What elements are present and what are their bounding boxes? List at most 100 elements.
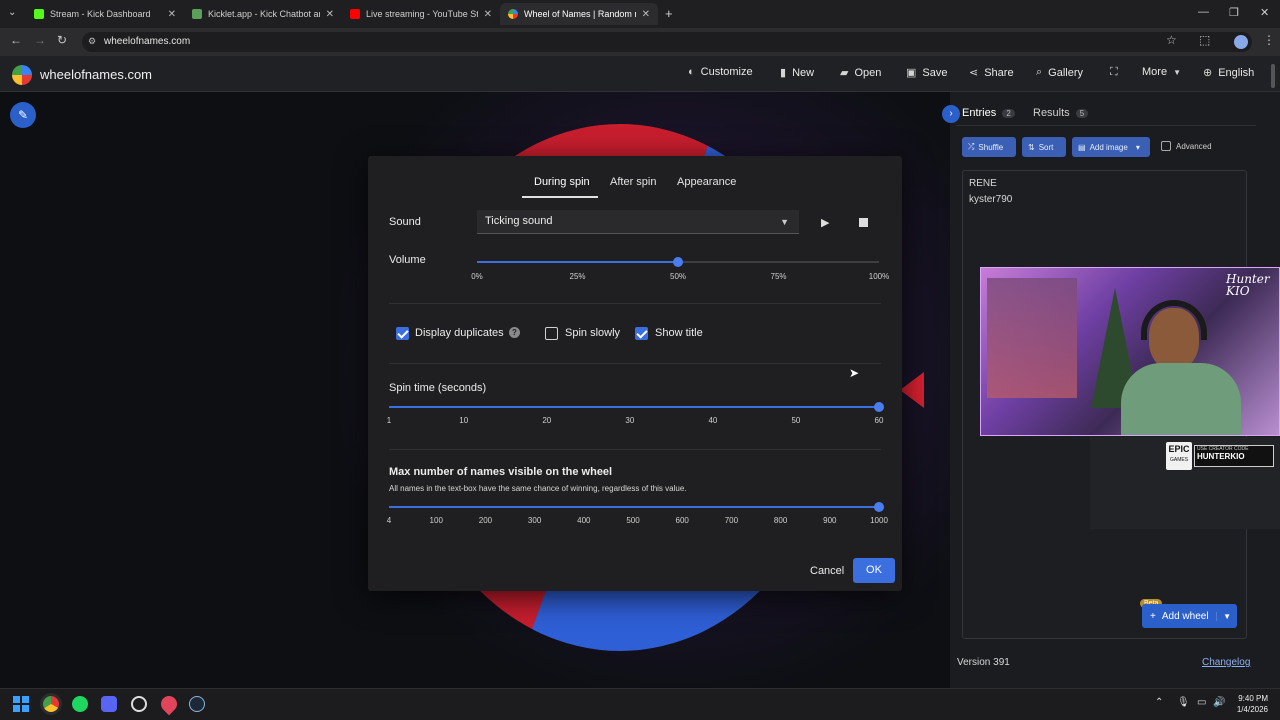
slider-tick-label: 50% xyxy=(669,272,687,281)
minimize-icon[interactable]: — xyxy=(1198,6,1209,18)
bookmark-star-icon[interactable]: ☆ xyxy=(1166,33,1177,47)
max-names-slider-handle[interactable] xyxy=(874,502,884,512)
collapse-sidebar-icon[interactable]: › xyxy=(942,105,960,123)
results-tab-label: Results xyxy=(1033,107,1070,119)
header-scrollbar[interactable] xyxy=(1271,64,1275,88)
open-button[interactable]: ▰ Open xyxy=(840,66,881,80)
slider-tick-label: 800 xyxy=(773,516,788,525)
divider xyxy=(389,303,881,304)
share-button[interactable]: ⋖ Share xyxy=(969,66,1014,80)
logo-icon[interactable] xyxy=(12,65,32,85)
steam-icon[interactable] xyxy=(189,696,205,712)
shuffle-button[interactable]: ⤮ Shuffle xyxy=(962,137,1016,157)
discord-icon[interactable] xyxy=(101,696,117,712)
site-brand[interactable]: wheelofnames.com xyxy=(40,67,152,82)
nav-label: Gallery xyxy=(1048,66,1084,79)
slider-tick-label: 100% xyxy=(868,272,890,281)
image-icon: ▤ xyxy=(1078,142,1086,152)
tab-entries[interactable]: Entries 2 xyxy=(962,107,1015,119)
tab-appearance[interactable]: Appearance xyxy=(677,176,736,188)
save-button[interactable]: ▣ Save xyxy=(906,66,947,80)
language-button[interactable]: ⊕ English xyxy=(1203,66,1254,80)
address-url: wheelofnames.com xyxy=(104,36,191,47)
clock-time[interactable]: 9:40 PM xyxy=(1232,694,1268,703)
browser-tab-youtube[interactable]: Live streaming - YouTube Studio ✕ xyxy=(342,3,500,25)
show-title-checkbox[interactable] xyxy=(635,327,648,340)
slider-tick-label: 20 xyxy=(542,416,552,425)
tab-title: Wheel of Names | Random name xyxy=(524,9,636,19)
spin-slowly-checkbox[interactable] xyxy=(545,327,558,340)
tab-title: Kicklet.app - Kick Chatbot and xyxy=(208,9,320,19)
close-tab-icon[interactable]: ✕ xyxy=(168,9,176,20)
advanced-checkbox[interactable] xyxy=(1161,141,1171,151)
extensions-icon[interactable]: ⬚ xyxy=(1199,33,1210,47)
results-count-badge: 5 xyxy=(1075,109,1089,118)
browser-menu-icon[interactable]: ⋮ xyxy=(1263,33,1275,47)
sound-select[interactable]: Ticking sound ▼ xyxy=(477,210,799,234)
browser-tab-wheelofnames[interactable]: Wheel of Names | Random name ✕ xyxy=(500,3,658,25)
tab-after-spin[interactable]: After spin xyxy=(610,176,656,188)
display-duplicates-checkbox[interactable] xyxy=(396,327,409,340)
address-bar[interactable]: wheelofnames.com xyxy=(82,32,1252,52)
site-header xyxy=(0,56,1280,92)
back-icon[interactable]: ← xyxy=(10,33,22,47)
sort-icon: ⇅ xyxy=(1028,142,1035,152)
add-wheel-button[interactable]: + Add wheel ▼ xyxy=(1142,604,1237,628)
spotify-icon[interactable] xyxy=(72,696,88,712)
spin-time-slider-handle[interactable] xyxy=(874,402,884,412)
slider-tick-label: 0% xyxy=(471,272,483,281)
clock-date[interactable]: 1/4/2026 xyxy=(1228,705,1268,714)
tab-search-icon[interactable]: ⌄ xyxy=(8,7,16,18)
close-window-icon[interactable]: ✕ xyxy=(1260,6,1269,19)
spin-time-slider-fill xyxy=(389,406,879,408)
play-sound-icon[interactable]: ▶ xyxy=(821,216,829,229)
network-icon[interactable]: ▭ xyxy=(1197,697,1206,708)
sort-button[interactable]: ⇅ Sort xyxy=(1022,137,1066,157)
browser-tab-kick[interactable]: Stream - Kick Dashboard ✕ xyxy=(26,3,184,25)
slider-tick-label: 30 xyxy=(625,416,635,425)
slider-tick-label: 60 xyxy=(874,416,884,425)
forward-icon[interactable]: → xyxy=(34,33,46,47)
reload-icon[interactable]: ↻ xyxy=(57,33,67,47)
windows-start-icon[interactable] xyxy=(13,696,29,712)
sound-label: Sound xyxy=(389,216,421,228)
restore-icon[interactable]: ❐ xyxy=(1229,6,1239,19)
browser-tab-kicklet[interactable]: Kicklet.app - Kick Chatbot and ✕ xyxy=(184,3,342,25)
tab-results[interactable]: Results 5 xyxy=(1033,107,1089,119)
obs-icon[interactable] xyxy=(131,696,147,712)
fullscreen-icon: ⛶ xyxy=(1110,66,1118,78)
chrome-icon[interactable] xyxy=(43,696,59,712)
gallery-button[interactable]: ⌕ Gallery xyxy=(1036,66,1083,79)
stop-sound-icon[interactable] xyxy=(859,218,868,227)
more-button[interactable]: More ▼ xyxy=(1142,66,1181,78)
sound-select-value: Ticking sound xyxy=(485,215,553,227)
new-tab-icon[interactable]: + xyxy=(665,6,673,21)
volume-slider-handle[interactable] xyxy=(673,257,683,267)
ok-button[interactable]: OK xyxy=(853,558,895,583)
volume-label: Volume xyxy=(389,254,426,266)
slider-tick-label: 50 xyxy=(791,416,801,425)
help-icon[interactable]: ? xyxy=(509,327,520,338)
close-tab-icon[interactable]: ✕ xyxy=(484,9,492,20)
profile-avatar[interactable] xyxy=(1234,35,1248,49)
chevron-down-icon: ▼ xyxy=(1173,67,1181,77)
volume-icon[interactable]: 🔊 xyxy=(1213,697,1225,708)
new-button[interactable]: ▮ New xyxy=(780,66,814,80)
tray-chevron-icon[interactable]: ⌃ xyxy=(1155,697,1163,708)
close-tab-icon[interactable]: ✕ xyxy=(326,9,334,20)
max-names-label: Max number of names visible on the wheel xyxy=(389,466,613,478)
active-tab-underline xyxy=(522,196,598,198)
close-tab-icon[interactable]: ✕ xyxy=(642,9,650,20)
add-image-button[interactable]: ▤ Add image ▾ xyxy=(1072,137,1150,157)
microphone-icon[interactable]: 🎙 xyxy=(1177,697,1190,708)
palette-icon: ◐ xyxy=(688,66,695,78)
fullscreen-button[interactable]: ⛶ xyxy=(1110,66,1118,79)
tab-during-spin[interactable]: During spin xyxy=(534,176,590,188)
edit-pencil-button[interactable]: ✎ xyxy=(10,102,36,128)
site-info-icon[interactable]: ⚙ xyxy=(88,36,96,47)
changelog-link[interactable]: Changelog xyxy=(1202,657,1250,668)
kicklet-icon xyxy=(192,9,202,19)
chevron-down-icon[interactable]: ▼ xyxy=(1216,611,1231,621)
customize-button[interactable]: ◐ Customize xyxy=(688,66,753,78)
cancel-button[interactable]: Cancel xyxy=(810,565,844,577)
